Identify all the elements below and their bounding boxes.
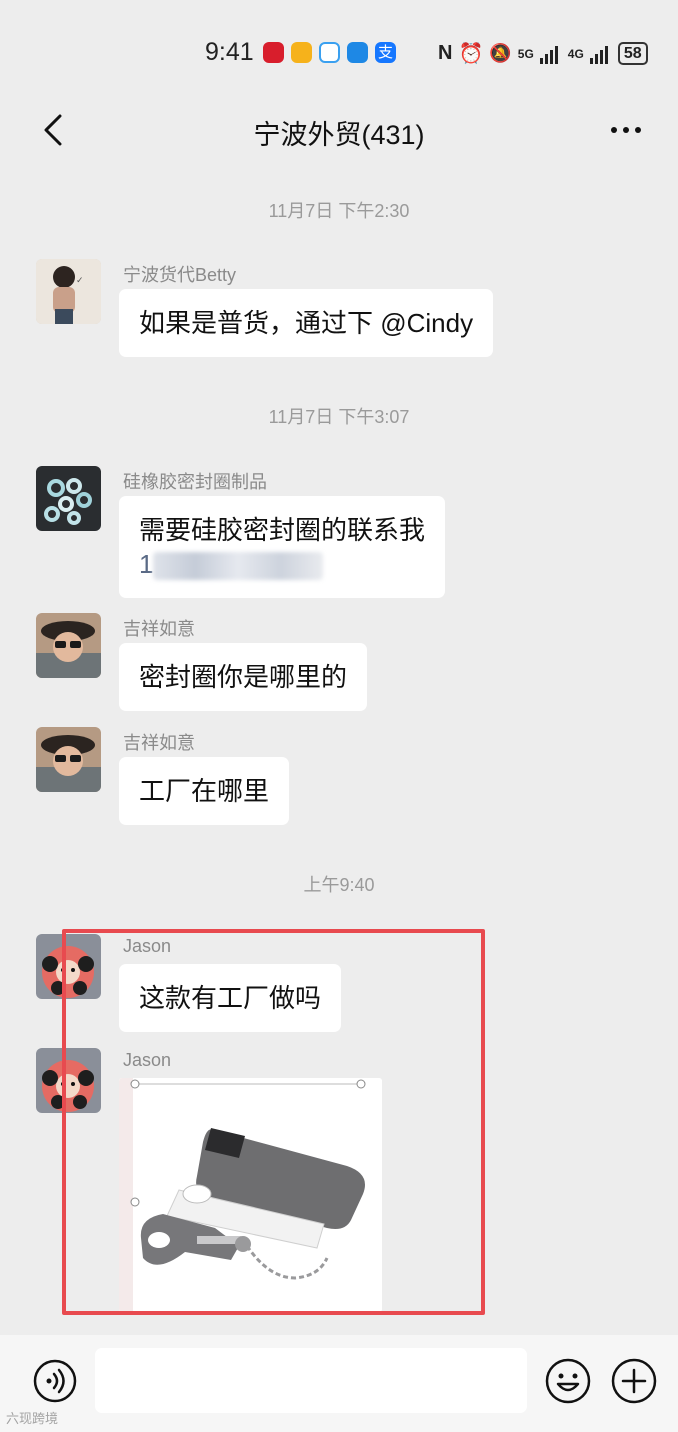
message-bubble[interactable]: 密封圈你是哪里的 (119, 643, 368, 711)
signal-icon-2 (589, 45, 608, 64)
image-message[interactable] (119, 1078, 382, 1312)
message-text: 需要硅胶密封圈的联系我 (139, 515, 426, 545)
chat-header: 宁波外贸(431) (0, 100, 678, 160)
message-timestamp: 11月7日 下午3:07 (268, 407, 410, 427)
sender-name: 吉祥如意 (123, 733, 195, 753)
message-bubble[interactable]: 这款有工厂做吗 (119, 964, 342, 1032)
sender-name: 硅橡胶密封圈制品 (123, 472, 267, 492)
status-time: 9:41 (205, 38, 254, 66)
message-bubble[interactable]: 需要硅胶密封圈的联系我 1 (119, 496, 446, 598)
svg-text:✓: ✓ (76, 276, 84, 286)
message-timestamp: 11月7日 下午2:30 (268, 201, 410, 221)
input-bar (0, 1335, 678, 1432)
avatar[interactable] (36, 466, 101, 531)
avatar[interactable] (36, 934, 101, 999)
alipay-notification-icon: 支 (375, 42, 396, 63)
chat-title: 宁波外贸(431) (253, 120, 425, 150)
product-image (119, 1078, 382, 1312)
app-notification-icon (263, 42, 284, 63)
avatar[interactable] (36, 1048, 101, 1113)
message-bubble[interactable]: 如果是普货，通过下 @Cindy (119, 289, 494, 357)
sender-name: 吉祥如意 (123, 619, 195, 639)
avatar[interactable] (36, 613, 101, 678)
message-bubble[interactable]: 工厂在哪里 (119, 757, 290, 825)
message-input[interactable] (95, 1348, 527, 1413)
sender-name: 宁波货代Betty (123, 265, 237, 285)
message-timestamp: 上午9:40 (303, 875, 375, 895)
battery-icon: 58 (617, 42, 648, 65)
notification-icons: 支 (263, 42, 396, 63)
signal-4g-label: 4G (567, 46, 584, 61)
voice-icon[interactable] (33, 1359, 77, 1403)
more-options-icon[interactable] (600, 110, 650, 150)
mail-notification-icon (291, 42, 312, 63)
status-bar: 9:41 支 Ν ⏰ 🔕 5G 4G 58 (0, 0, 678, 100)
signal-5g-label: 5G (517, 46, 534, 61)
nfc-icon: Ν (438, 42, 453, 64)
emoji-icon[interactable] (545, 1358, 591, 1404)
plus-icon[interactable] (611, 1358, 657, 1404)
sender-name: Jason (123, 1050, 172, 1070)
signal-icon (539, 45, 558, 64)
avatar[interactable] (36, 727, 101, 792)
mute-icon: 🔕 (489, 43, 512, 63)
alarm-icon: ⏰ (458, 43, 484, 65)
system-icons: Ν ⏰ 🔕 5G 4G 58 (438, 41, 648, 66)
watermark: 六现跨境 (6, 1411, 59, 1426)
message-list[interactable]: 11月7日 下午2:30 ✓ 宁波货代Betty 如果是普货，通过下 @Cind… (0, 170, 678, 1330)
cloud-notification-icon (319, 42, 340, 63)
avatar[interactable]: ✓ (36, 259, 101, 324)
message-text-line2: 1 (139, 547, 425, 581)
chat-notification-icon (347, 42, 368, 63)
sender-name: Jason (123, 936, 172, 956)
redacted-phone (153, 552, 324, 581)
